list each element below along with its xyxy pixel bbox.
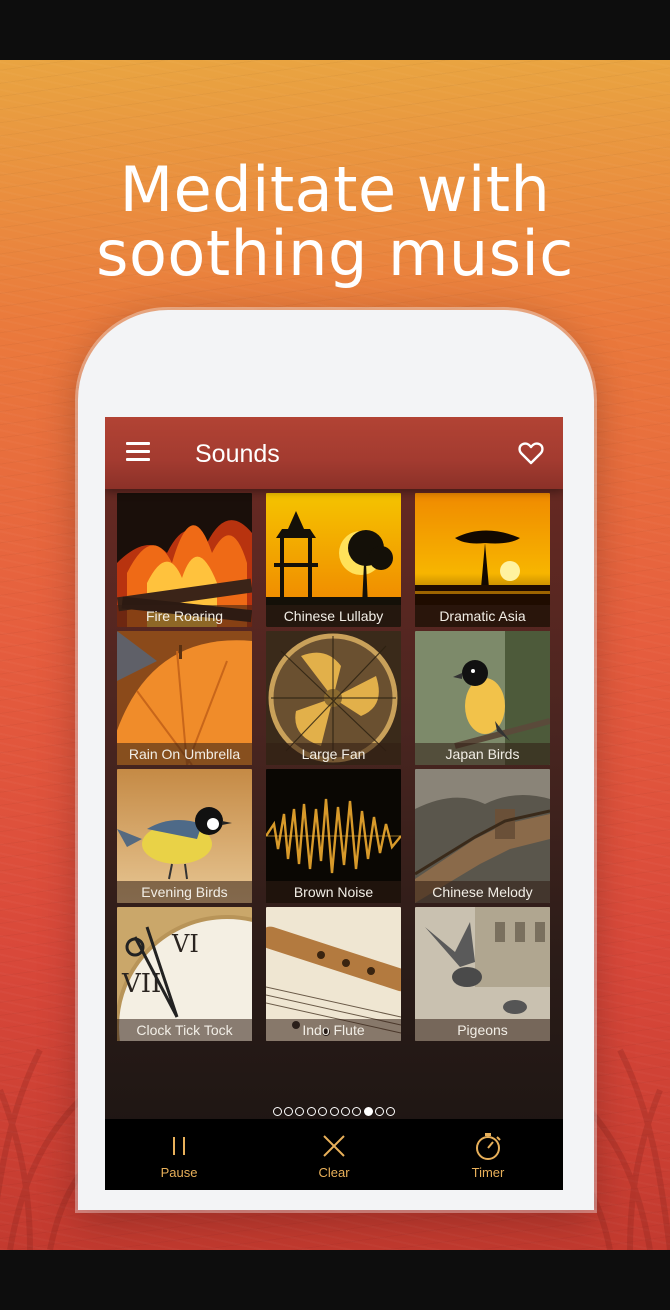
tile-label: Brown Noise (266, 881, 401, 903)
sound-tile-brown-noise[interactable]: Brown Noise (266, 769, 401, 903)
playback-controls: Pause Clear Timer (105, 1119, 563, 1190)
sound-tile-dramatic-asia[interactable]: Dramatic Asia (415, 493, 550, 627)
pause-icon (173, 1137, 185, 1155)
sound-tile-pigeons[interactable]: Pigeons (415, 907, 550, 1041)
page-dot-active[interactable] (363, 1107, 373, 1116)
tile-label: Fire Roaring (117, 605, 252, 627)
sound-tile-rain-on-umbrella[interactable]: Rain On Umbrella (117, 631, 252, 765)
headline-line-2: soothing music (96, 217, 574, 290)
clear-label: Clear (318, 1165, 350, 1180)
app-screen: Sounds Fire Roaring Chinese Lullaby Dram… (105, 417, 563, 1190)
app-bar: Sounds (105, 417, 563, 489)
svg-text:VI: VI (171, 930, 199, 958)
tile-label: Pigeons (415, 1019, 550, 1041)
timer-button[interactable]: Timer (433, 1131, 543, 1190)
page-dot[interactable] (329, 1107, 339, 1116)
tile-label: Clock Tick Tock (117, 1019, 252, 1041)
pause-button[interactable]: Pause (124, 1131, 234, 1190)
clear-button[interactable]: Clear (279, 1131, 389, 1190)
tile-label: Indo Flute (266, 1019, 401, 1041)
promo-headline: Meditate with soothing music (0, 158, 670, 286)
tile-label: Chinese Lullaby (266, 605, 401, 627)
sound-tile-fire-roaring[interactable]: Fire Roaring (117, 493, 252, 627)
tile-label: Japan Birds (415, 743, 550, 765)
sound-tile-chinese-melody[interactable]: Chinese Melody (415, 769, 550, 903)
tile-label: Evening Birds (117, 881, 252, 903)
page-dot[interactable] (295, 1107, 305, 1116)
sound-tile-evening-birds[interactable]: Evening Birds (117, 769, 252, 903)
sound-tile-large-fan[interactable]: Large Fan (266, 631, 401, 765)
page-dot[interactable] (306, 1107, 316, 1116)
headline-line-1: Meditate with (119, 153, 551, 226)
sound-tile-clock-tick-tock[interactable]: VII VI Clock Tick Tock (117, 907, 252, 1041)
tile-label: Chinese Melody (415, 881, 550, 903)
sound-tile-chinese-lullaby[interactable]: Chinese Lullaby (266, 493, 401, 627)
sound-tile-indo-flute[interactable]: Indo Flute (266, 907, 401, 1041)
tile-label: Large Fan (266, 743, 401, 765)
tile-label: Rain On Umbrella (117, 743, 252, 765)
page-dot[interactable] (318, 1107, 328, 1116)
sound-tile-japan-birds[interactable]: Japan Birds (415, 631, 550, 765)
page-dot[interactable] (375, 1107, 384, 1116)
hamburger-menu-icon[interactable] (123, 439, 153, 465)
pause-label: Pause (160, 1165, 198, 1180)
page-dot[interactable] (284, 1107, 293, 1116)
close-icon (323, 1135, 345, 1157)
heart-outline-icon[interactable] (517, 439, 545, 467)
page-title: Sounds (195, 440, 280, 468)
timer-label: Timer (471, 1165, 505, 1180)
stopwatch-icon (476, 1133, 501, 1160)
tile-label: Dramatic Asia (415, 605, 550, 627)
bottom-letterbox (0, 1250, 670, 1310)
page-dot[interactable] (386, 1107, 396, 1116)
page-dot[interactable] (340, 1107, 350, 1116)
page-dot[interactable] (272, 1107, 282, 1116)
page-dot[interactable] (352, 1107, 362, 1116)
